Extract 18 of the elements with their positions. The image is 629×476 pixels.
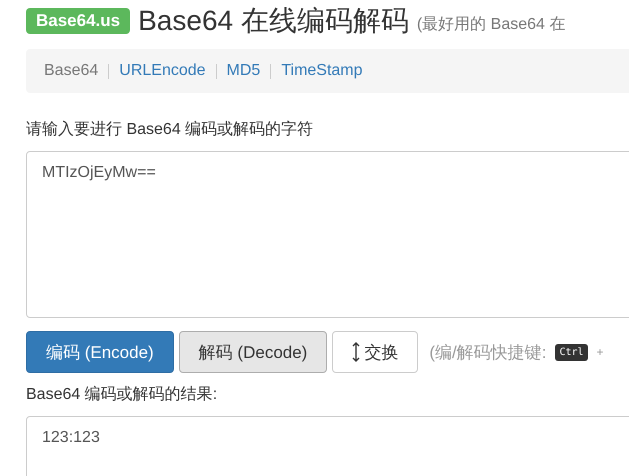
page-title: Base64 在线编码解码: [138, 4, 409, 38]
output-field[interactable]: 123:123: [26, 416, 629, 476]
nav-link[interactable]: URLEncode: [119, 62, 206, 80]
input-label: 请输入要进行 Base64 编码或解码的字符: [26, 120, 314, 140]
decode-button[interactable]: 解码 (Decode): [178, 331, 328, 373]
encode-button[interactable]: 编码 (Encode): [26, 331, 174, 373]
nav-link[interactable]: TimeStamp: [281, 62, 363, 80]
key-cap: Ctrl: [555, 344, 588, 360]
logo-badge[interactable]: Base64.us: [26, 8, 130, 34]
swap-button[interactable]: 交换: [332, 331, 418, 373]
nav-link[interactable]: MD5: [226, 62, 260, 80]
page-subtitle: (最好用的 Base64 在: [416, 14, 566, 34]
plus-sign: +: [596, 345, 604, 359]
input-field[interactable]: MTIzOjEyMw==: [26, 151, 629, 318]
nav-link[interactable]: Base64: [44, 62, 98, 80]
shortcut-hint: (编/解码快捷键:: [429, 342, 546, 364]
output-label: Base64 编码或解码的结果:: [26, 384, 218, 405]
up-down-arrow-icon: [352, 342, 360, 362]
